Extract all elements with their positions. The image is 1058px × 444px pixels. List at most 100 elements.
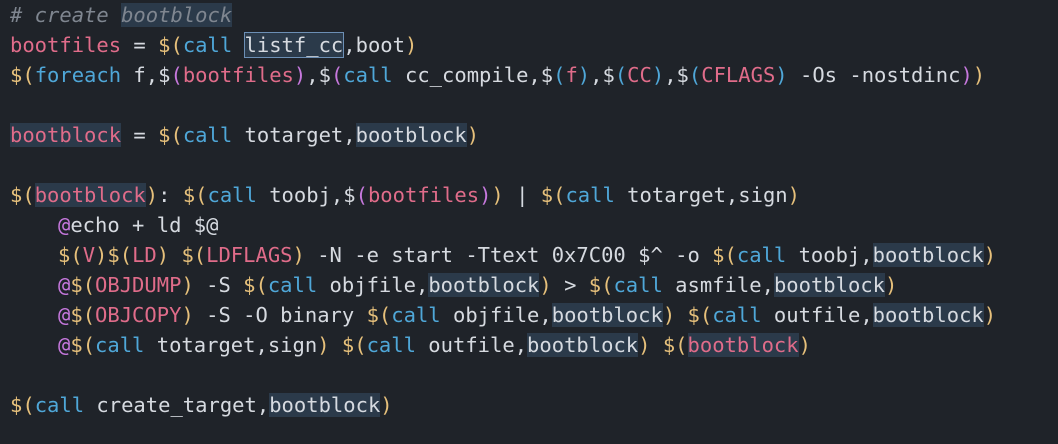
code-token: call (182, 33, 233, 57)
code-token: call (207, 183, 257, 207)
code-token: -S (193, 273, 244, 297)
code-token: ( (170, 123, 183, 147)
code-token: totarget, (232, 123, 356, 147)
code-token: ( (70, 243, 83, 267)
code-token: ( (378, 303, 392, 327)
code-token: $ (588, 273, 602, 297)
code-token: -N -e start -Ttext 0x7C00 $^ -o (304, 243, 713, 267)
code-token: bootblock (872, 243, 984, 267)
code-token: foreach (34, 63, 122, 87)
code-token: listf_cc (243, 32, 345, 58)
code-token: call (182, 123, 233, 147)
code-line-12[interactable]: @$(call totarget,sign) $(call outfile,bo… (10, 330, 811, 360)
code-token: objfile, (317, 273, 429, 297)
code-token: $ (58, 243, 71, 267)
code-token: $ (107, 243, 120, 267)
code-token: ) (479, 183, 492, 207)
code-token: bootblock (687, 333, 799, 357)
code-token: ) (181, 303, 194, 327)
code-token: cc_compile, (392, 63, 541, 87)
code-token: ) (181, 273, 194, 297)
code-token: ) (156, 243, 170, 267)
code-token: call (565, 183, 615, 207)
code-token: ( (330, 63, 344, 87)
code-token: ) (317, 333, 330, 357)
code-token: echo + ld $@ (70, 213, 219, 237)
code-token: call (391, 303, 441, 327)
code-line-14[interactable]: $(call create_target,bootblock) (10, 390, 393, 420)
code-line-2[interactable]: bootfiles = $(call listf_cc,boot) (10, 30, 417, 60)
code-token: ( (553, 63, 566, 87)
code-token: $ (366, 303, 379, 327)
code-token: bootblock (551, 303, 663, 327)
code-token: ) (293, 63, 307, 87)
code-token: OBJDUMP (95, 273, 182, 297)
code-token: outfile, (761, 303, 873, 327)
code-token: $ (182, 183, 196, 207)
code-token: ) (651, 63, 665, 87)
code-token: totarget,sign (614, 183, 788, 207)
code-token: = (121, 33, 159, 57)
code-token: $ (158, 33, 171, 57)
code-token: ( (614, 63, 628, 87)
code-token: ) (380, 393, 393, 417)
code-token: bootblock (34, 183, 146, 207)
code-token: toobj, (786, 243, 873, 267)
code-line-9[interactable]: $(V)$(LD) $(LDFLAGS) -N -e start -Ttext … (10, 240, 996, 270)
code-token: ( (22, 183, 35, 207)
code-token: ) (885, 273, 898, 297)
code-token: ) (960, 63, 973, 87)
code-token: ) (983, 303, 997, 327)
code-token: ( (355, 183, 368, 207)
code-token: $ (540, 63, 554, 87)
code-token: toobj, (256, 183, 344, 207)
code-line-8[interactable]: @echo + ld $@ (10, 210, 218, 240)
code-line-5[interactable]: bootblock = $(call totarget,bootblock) (10, 120, 479, 150)
code-token: CFLAGS (701, 63, 776, 87)
code-token: ) (491, 183, 504, 207)
code-token: bootblock (773, 273, 886, 297)
code-token: # create (10, 3, 122, 27)
code-token: CC (627, 63, 652, 87)
code-token: | (503, 183, 541, 207)
code-token: ) (539, 273, 552, 297)
code-token: call (366, 333, 416, 357)
code-token: , (590, 63, 603, 87)
code-line-1[interactable]: # create bootblock (10, 0, 233, 30)
code-token: $ (602, 63, 615, 87)
code-token: -S -O binary (193, 303, 367, 327)
code-line-3[interactable]: $(foreach f,$(bootfiles),$(call cc_compi… (10, 60, 985, 90)
code-token: ( (170, 33, 183, 57)
code-line-7[interactable]: $(bootblock): $(call toobj,$(bootfiles))… (10, 180, 800, 210)
code-token: ( (601, 273, 614, 297)
code-token: @ (58, 333, 71, 357)
code-line-11[interactable]: @$(OBJCOPY) -S -O binary $(call objfile,… (10, 300, 996, 330)
code-token: call (613, 273, 663, 297)
code-token: create_target, (84, 393, 270, 417)
code-token: call (34, 393, 85, 417)
code-editor[interactable]: # create bootblock bootfiles = $(call li… (0, 0, 1058, 444)
code-token: f (565, 63, 578, 87)
code-token: bootblock (10, 123, 122, 147)
code-token: = (121, 123, 159, 147)
code-token: $ (341, 333, 355, 357)
code-token: ) (775, 63, 788, 87)
code-token: ) (466, 123, 480, 147)
code-token: , (306, 63, 319, 87)
code-token: $ (318, 63, 331, 87)
code-token: OBJCOPY (95, 303, 182, 327)
code-token: $ (10, 63, 23, 87)
code-token: $ (712, 243, 725, 267)
code-token: ) (638, 333, 651, 357)
code-line-10[interactable]: @$(OBJDUMP) -S $(call objfile,bootblock)… (10, 270, 897, 300)
code-token: call (343, 63, 393, 87)
code-token: $ (343, 183, 356, 207)
code-token: ( (22, 393, 35, 417)
code-token: ) (787, 183, 800, 207)
code-token: @ (58, 303, 71, 327)
code-token: ( (82, 333, 96, 357)
code-token: ( (354, 333, 367, 357)
code-token: ( (195, 183, 208, 207)
code-token: ( (82, 273, 96, 297)
code-token: bootblock (355, 123, 467, 147)
